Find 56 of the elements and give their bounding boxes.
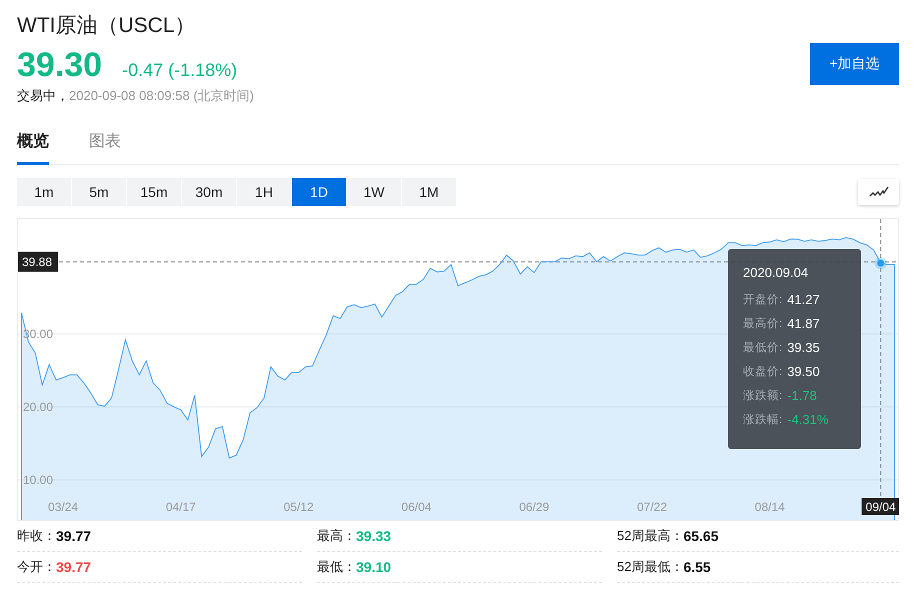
period-button[interactable]: 1D: [292, 178, 346, 206]
stat-value: 39.77: [56, 528, 92, 544]
quote-time: 2020-09-08 08:09:58 (北京时间): [69, 87, 254, 105]
x-axis-label: 03/24: [48, 500, 78, 514]
tooltip-label: 开盘价:: [743, 292, 782, 308]
tooltip-label: 收盘价:: [743, 364, 782, 380]
ref-line-label: 39.88: [22, 254, 52, 269]
tooltip-date: 2020.09.04: [743, 265, 810, 280]
x-axis-label: 05/12: [284, 500, 314, 514]
instrument-title: WTI原油（USCL）: [17, 13, 196, 39]
stat-label: 52周最高：: [617, 527, 684, 545]
last-price: 39.30: [17, 46, 102, 84]
tooltip-value: -1.78: [787, 388, 817, 405]
x-axis-label: 08/14: [754, 500, 785, 514]
stat-label: 最低：: [317, 558, 356, 576]
tooltip-value: -4.31%: [787, 412, 828, 429]
stat-value: 39.77: [56, 559, 92, 575]
period-button[interactable]: 5m: [72, 178, 126, 206]
y-axis-label: 20.00: [23, 400, 54, 414]
stat-label: 今开：: [17, 558, 56, 576]
tooltip-label: 最低价:: [743, 340, 782, 356]
line-chart-icon: [868, 186, 888, 198]
x-axis-label: 07/22: [637, 500, 668, 514]
trading-status: 交易中，: [17, 87, 69, 105]
tooltip-value: 39.50: [787, 364, 820, 381]
stat-value: 6.55: [683, 559, 711, 575]
x-axis-label: 06/04: [401, 500, 432, 514]
tooltip-label: 涨跌幅:: [743, 412, 782, 428]
period-button[interactable]: 30m: [182, 178, 236, 206]
stat-value: 39.10: [356, 559, 392, 575]
tooltip-label: 最高价:: [743, 316, 782, 332]
period-button[interactable]: 15m: [127, 178, 181, 206]
x-axis-label: 06/29: [519, 500, 550, 514]
stat-value: 39.33: [356, 528, 392, 544]
stat-label: 昨收：: [17, 527, 56, 545]
tooltip-label: 涨跌额:: [743, 388, 782, 404]
tooltip-value: 41.87: [787, 316, 820, 333]
date-marker: 09/04: [862, 498, 899, 515]
tooltip-value: 41.27: [787, 292, 820, 309]
price-change: -0.47 (-1.18%): [122, 60, 238, 81]
y-axis-label: 10.00: [23, 472, 54, 487]
tooltip-value: 39.35: [787, 340, 820, 357]
price-marker: 39.88: [18, 252, 58, 272]
add-watchlist-button[interactable]: +加自选: [810, 43, 899, 85]
period-button[interactable]: 1W: [347, 178, 401, 206]
stat-label: 52周最低：: [617, 558, 684, 576]
period-button[interactable]: 1m: [17, 178, 71, 206]
chart-type-button[interactable]: [858, 179, 899, 205]
stat-label: 最高：: [317, 527, 356, 545]
tab[interactable]: 概览: [17, 129, 49, 165]
x-tick-label: 09/04: [866, 500, 896, 514]
stat-value: 65.65: [683, 528, 719, 544]
tab[interactable]: 图表: [89, 129, 121, 165]
x-axis-label: 04/17: [166, 500, 196, 514]
period-button[interactable]: 1H: [237, 178, 291, 206]
period-button[interactable]: 1M: [402, 178, 456, 206]
